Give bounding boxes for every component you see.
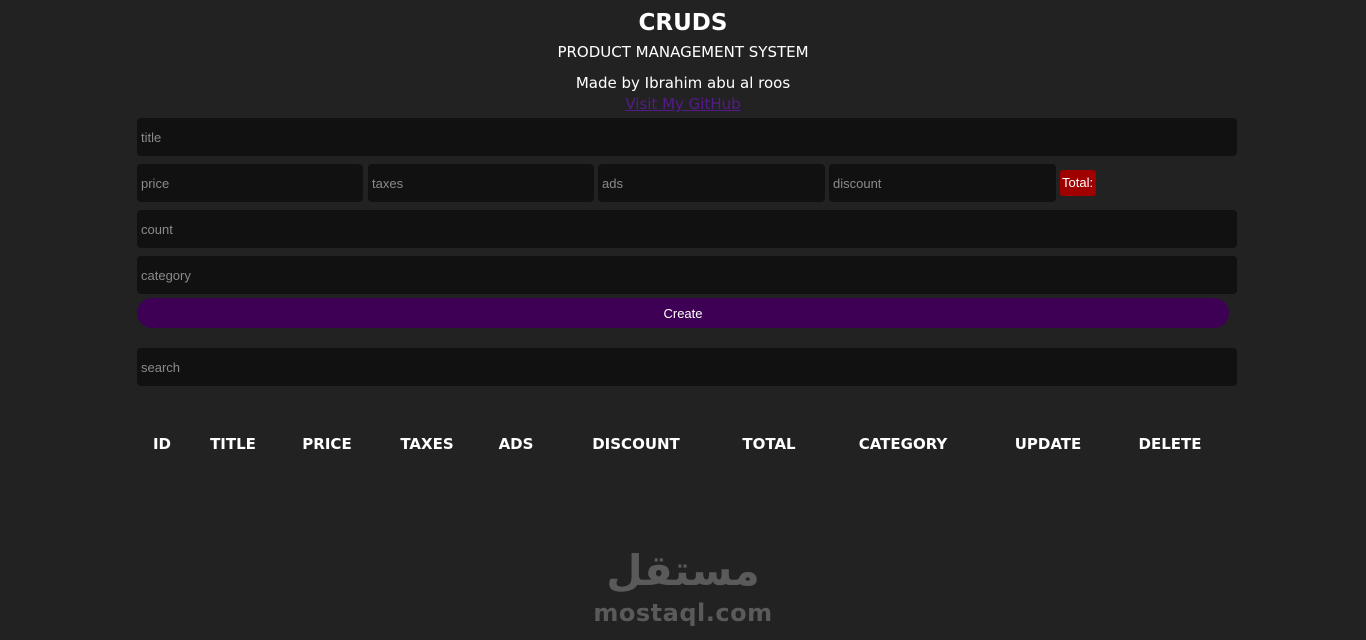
app-title: CRUDS [638, 10, 728, 36]
watermark-latin-logo: mostaql.com [593, 599, 773, 627]
discount-input[interactable] [829, 164, 1056, 202]
search-input[interactable] [137, 348, 1237, 386]
github-link-container: Visit My GitHub [0, 95, 1366, 113]
column-header-price: PRICE [302, 435, 352, 453]
column-header-update: UPDATE [1014, 435, 1082, 453]
count-input[interactable] [137, 210, 1237, 248]
column-header-discount: DISCOUNT [592, 435, 680, 453]
total-badge: Total: [1060, 170, 1096, 196]
mostaql-watermark: مستقل mostaql.com [583, 545, 783, 630]
create-button[interactable]: Create [137, 298, 1229, 328]
column-header-delete: DELETE [1138, 435, 1202, 453]
column-header-taxes: TAXES [400, 435, 454, 453]
price-input[interactable] [137, 164, 363, 202]
taxes-input[interactable] [368, 164, 594, 202]
category-input[interactable] [137, 256, 1237, 294]
github-link[interactable]: Visit My GitHub [625, 95, 740, 113]
ads-input[interactable] [598, 164, 825, 202]
column-header-title: TITLE [210, 435, 256, 453]
column-header-id: ID [152, 435, 172, 453]
column-header-category: CATEGORY [858, 435, 948, 453]
column-header-ads: ADS [498, 435, 534, 453]
page: CRUDS PRODUCT MANAGEMENT SYSTEM Made by … [0, 0, 1366, 640]
column-header-total: TOTAL [742, 435, 796, 453]
app-subtitle: PRODUCT MANAGEMENT SYSTEM [557, 43, 809, 61]
watermark-arabic-logo: مستقل [606, 546, 760, 595]
author-credit: Made by Ibrahim abu al roos [575, 74, 791, 92]
title-input[interactable] [137, 118, 1237, 156]
